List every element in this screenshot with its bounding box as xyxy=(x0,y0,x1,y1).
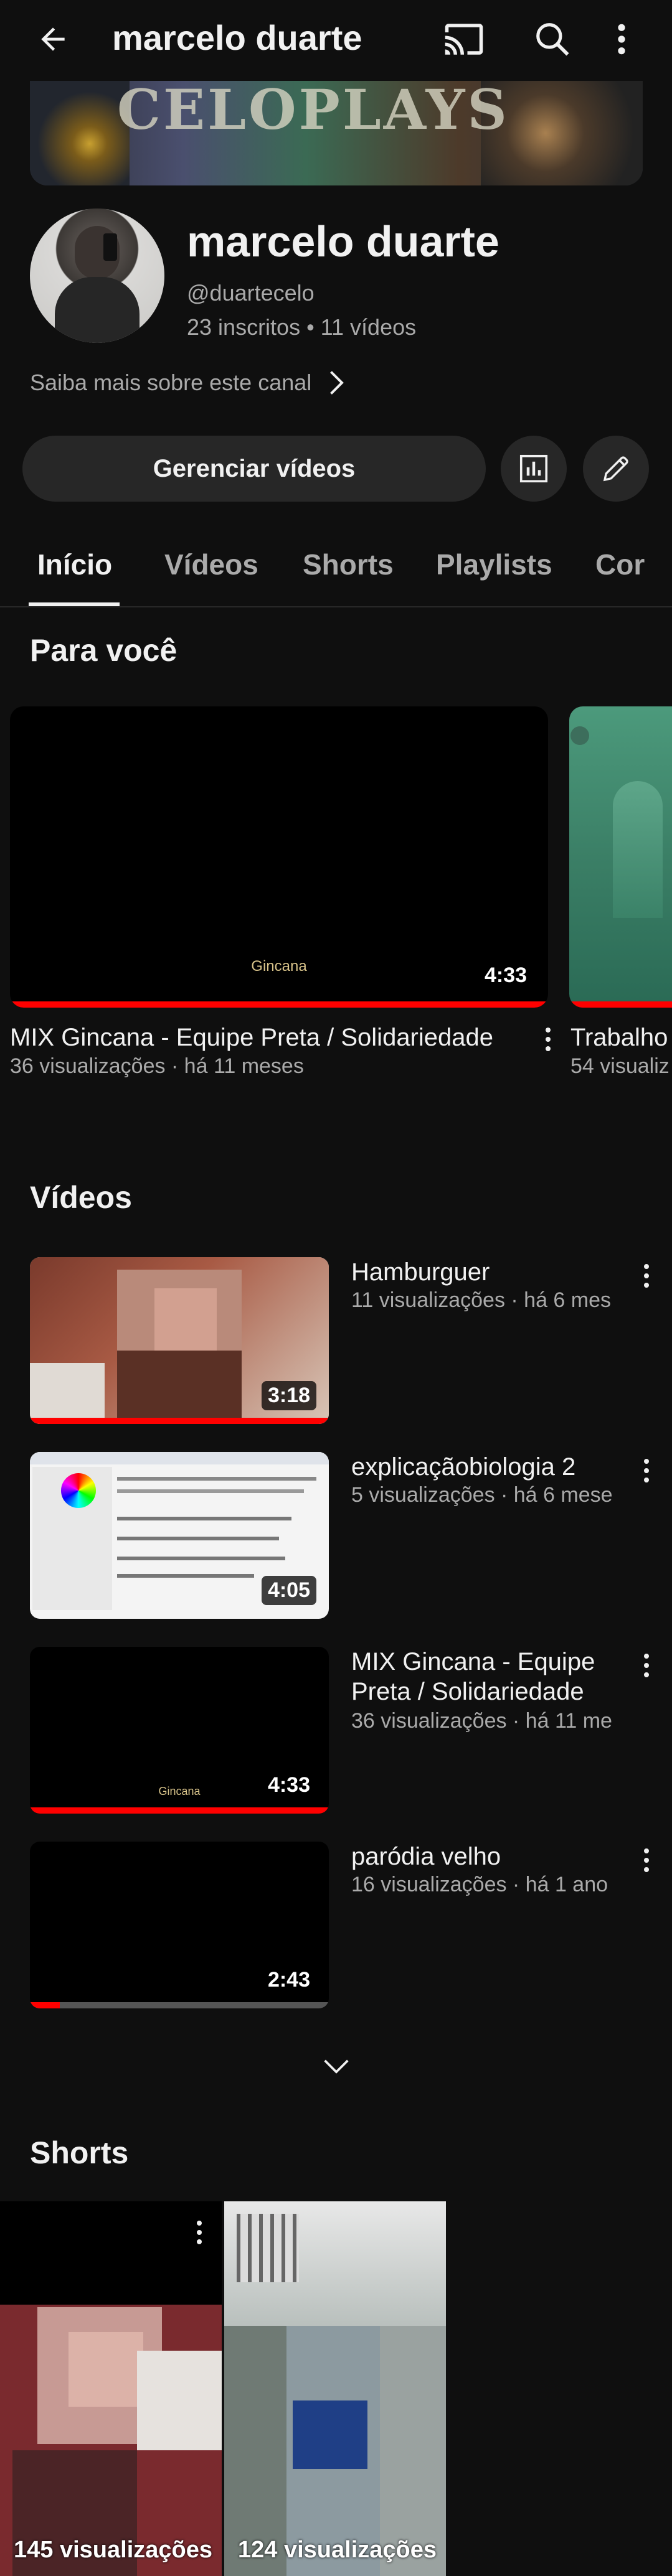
video-meta: 5 visualizações · há 6 mese xyxy=(351,1483,613,1507)
cast-button[interactable] xyxy=(436,11,492,67)
channel-tabs: Início Vídeos Shorts Playlists Cor xyxy=(0,523,672,607)
video-thumbnail[interactable]: 3:18 xyxy=(30,1257,329,1424)
thumbnail-art xyxy=(570,726,589,745)
more-vert-icon[interactable] xyxy=(634,1257,659,1295)
thumbnail-art xyxy=(61,1473,96,1508)
active-tab-indicator xyxy=(29,602,120,606)
tab-playlists[interactable]: Playlists xyxy=(436,548,552,581)
video-duration: 4:33 xyxy=(261,1771,316,1800)
video-meta: 36 visualizações · há 11 meses xyxy=(10,1054,304,1078)
search-button[interactable] xyxy=(524,11,580,67)
thumbnail-art xyxy=(69,2332,143,2407)
video-meta: 11 visualizações · há 6 mes xyxy=(351,1288,612,1312)
banner-art xyxy=(30,81,130,185)
pencil-icon xyxy=(603,456,628,482)
chevron-down-icon xyxy=(324,2059,349,2074)
top-app-bar: marcelo duarte xyxy=(0,0,672,81)
more-vert-icon[interactable] xyxy=(536,1021,561,1058)
more-vert-icon[interactable] xyxy=(634,1842,659,1879)
video-title[interactable]: MIX Gincana - Equipe Preta / Solidarieda… xyxy=(10,1024,493,1052)
video-title[interactable]: explicaçãobiologia 2 xyxy=(351,1452,625,1482)
video-duration: 4:05 xyxy=(261,1576,316,1605)
avatar[interactable] xyxy=(30,208,164,343)
video-title[interactable]: Hamburguer xyxy=(351,1257,625,1287)
about-channel-label: Saiba mais sobre este canal xyxy=(30,370,312,395)
thumbnail-art xyxy=(293,2400,367,2469)
short-views: 145 visualizações xyxy=(14,2537,212,2563)
thumbnail-caption: Gincana xyxy=(251,958,307,975)
thumbnail-art xyxy=(137,2351,222,2450)
video-title[interactable]: Trabalho xyxy=(570,1024,668,1052)
channel-stats: 23 inscritos • 11 vídeos xyxy=(187,314,417,340)
video-meta: 54 visualiz xyxy=(570,1054,670,1078)
cast-icon xyxy=(445,24,483,55)
progress-track xyxy=(30,2002,329,2008)
video-meta: 16 visualizações · há 1 ano xyxy=(351,1873,608,1896)
thumbnail-art xyxy=(30,1363,105,1424)
show-more-videos-button[interactable] xyxy=(313,2048,360,2085)
thumbnail-art xyxy=(30,1452,329,1464)
thumbnail-art xyxy=(117,1537,279,1540)
watch-progress-bar xyxy=(30,2002,60,2008)
channel-name: marcelo duarte xyxy=(187,217,499,266)
thumbnail-art xyxy=(613,781,663,918)
video-duration: 3:18 xyxy=(261,1381,316,1410)
video-duration: 2:43 xyxy=(261,1965,316,1995)
video-thumbnail[interactable] xyxy=(569,706,672,1008)
more-vert-icon[interactable] xyxy=(634,1452,659,1489)
video-thumbnail[interactable]: 2:43 xyxy=(30,1842,329,2008)
manage-videos-button[interactable]: Gerenciar vídeos xyxy=(22,436,486,502)
analytics-icon xyxy=(519,454,548,483)
watch-progress-bar xyxy=(10,1001,548,1008)
thumbnail-art xyxy=(117,1351,242,1419)
search-icon xyxy=(536,23,569,56)
thumbnail-art xyxy=(117,1557,285,1560)
channel-banner[interactable]: CELOPLAYS xyxy=(30,81,643,185)
analytics-button[interactable] xyxy=(501,436,567,502)
more-vert-icon xyxy=(618,24,625,55)
thumbnail-art xyxy=(117,1489,304,1493)
thumbnail-art xyxy=(237,2214,299,2282)
video-thumbnail[interactable]: Gincana 4:33 xyxy=(10,706,548,1008)
video-meta: 36 visualizações · há 11 me xyxy=(351,1709,612,1733)
more-options-button[interactable] xyxy=(603,11,640,67)
back-button[interactable] xyxy=(25,11,81,67)
arrow-left-icon xyxy=(41,27,65,51)
chevron-right-icon xyxy=(330,371,344,395)
more-vert-icon[interactable] xyxy=(187,2214,212,2251)
avatar-phone xyxy=(103,233,117,261)
avatar-body xyxy=(55,277,140,343)
section-title-for-you: Para você xyxy=(30,633,177,668)
video-thumbnail[interactable]: 4:05 xyxy=(30,1452,329,1619)
watch-progress-bar xyxy=(30,1807,329,1814)
video-title[interactable]: paródia velho xyxy=(351,1842,625,1871)
banner-logo-text: CELOPLAYS xyxy=(117,81,509,142)
thumbnail-art xyxy=(117,1574,254,1578)
watch-progress-bar xyxy=(569,1001,672,1008)
more-vert-icon[interactable] xyxy=(634,1647,659,1684)
video-duration: 4:33 xyxy=(478,961,533,990)
section-title-shorts: Shorts xyxy=(30,2135,129,2170)
edit-channel-button[interactable] xyxy=(583,436,649,502)
tab-videos[interactable]: Vídeos xyxy=(164,548,258,581)
video-title[interactable]: MIX Gincana - Equipe Preta / Solidarieda… xyxy=(351,1647,625,1707)
tab-inicio[interactable]: Início xyxy=(37,548,112,581)
short-thumbnail[interactable]: 145 visualizações xyxy=(0,2201,222,2576)
page-title: marcelo duarte xyxy=(112,18,362,57)
channel-handle: @duartecelo xyxy=(187,280,315,306)
watch-progress-bar xyxy=(30,1418,329,1424)
short-thumbnail[interactable]: 124 visualizações xyxy=(224,2201,446,2576)
video-thumbnail[interactable]: Gincana 4:33 xyxy=(30,1647,329,1814)
tab-shorts[interactable]: Shorts xyxy=(303,548,394,581)
thumbnail-art xyxy=(117,1477,316,1481)
short-views: 124 visualizações xyxy=(238,2537,437,2563)
section-title-videos: Vídeos xyxy=(30,1180,132,1215)
tab-community[interactable]: Cor xyxy=(595,548,645,581)
about-channel-link[interactable]: Saiba mais sobre este canal xyxy=(30,370,344,396)
thumbnail-art xyxy=(117,1517,291,1520)
